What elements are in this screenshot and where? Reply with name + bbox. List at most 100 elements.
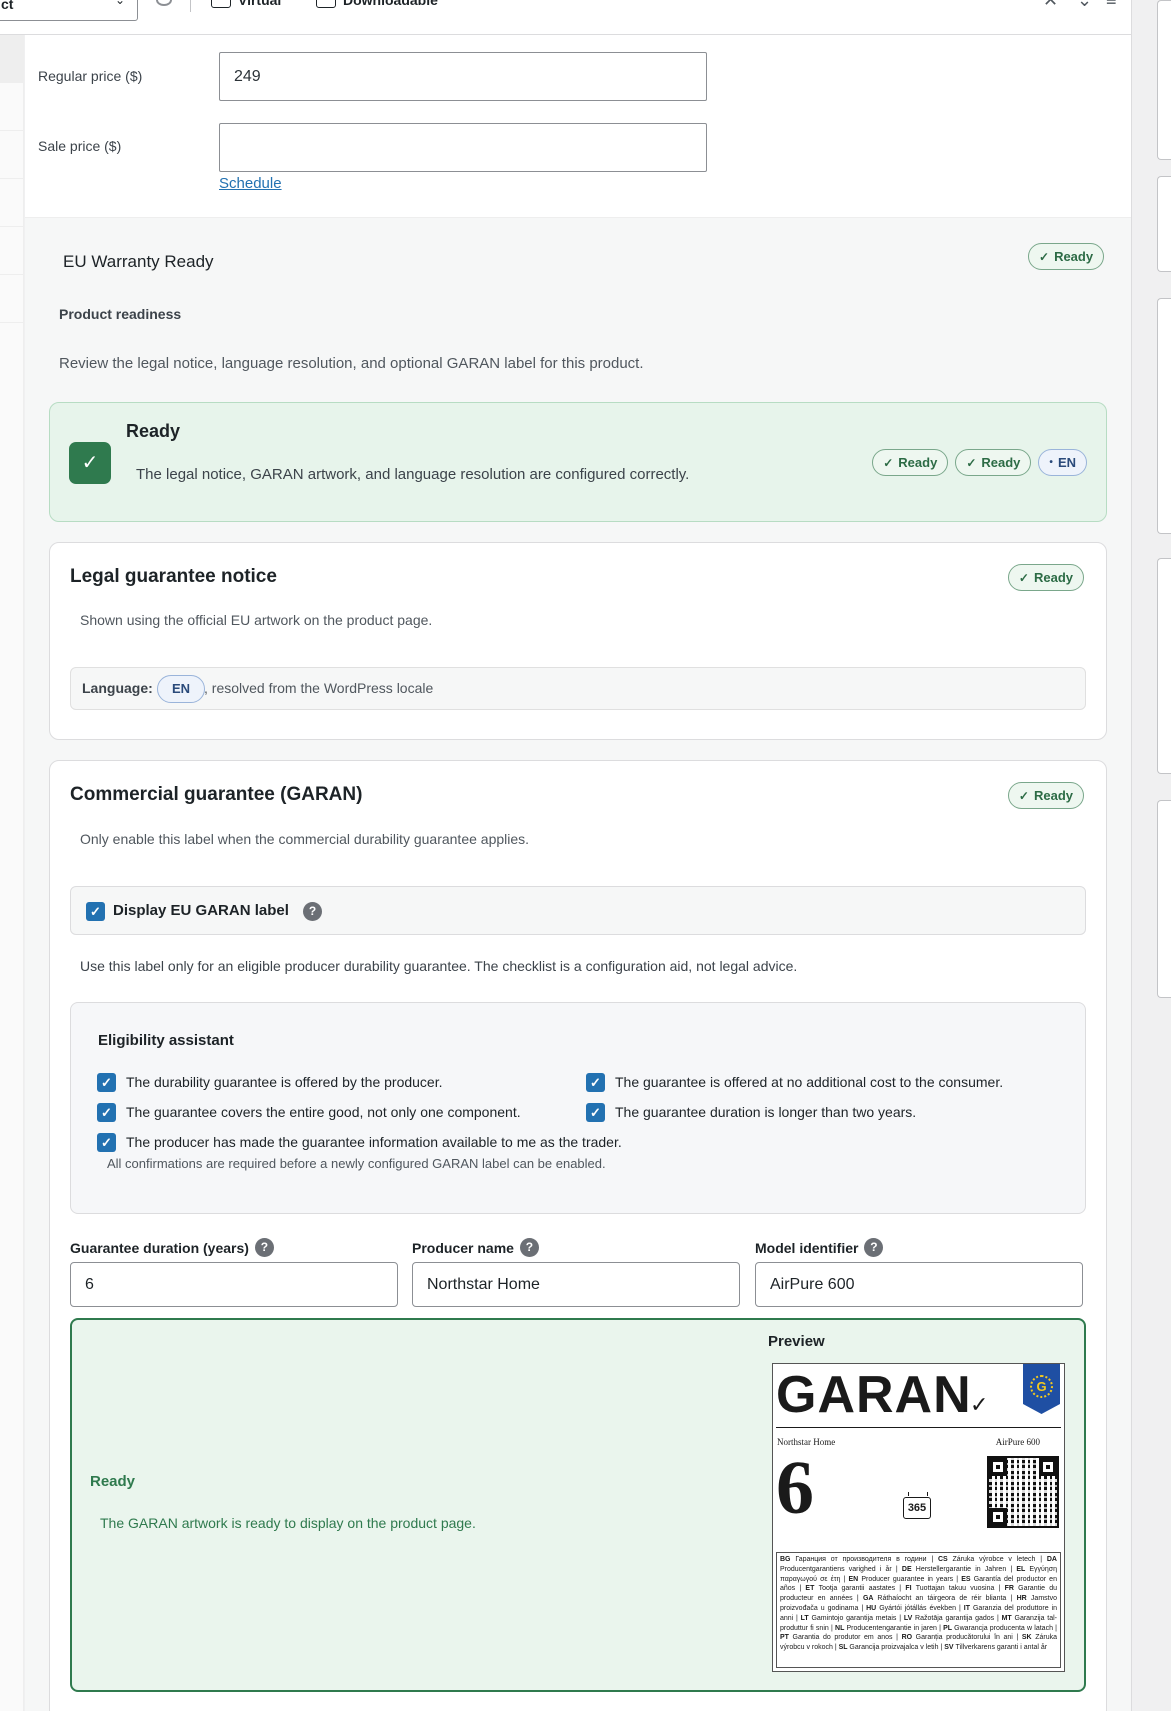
eu-warranty-panel: EU Warranty Ready ✓ Ready Product readine… — [25, 218, 1131, 1711]
sidebar-panel — [1157, 558, 1171, 774]
producer-name-input[interactable] — [412, 1262, 740, 1307]
virtual-checkbox[interactable] — [211, 0, 231, 8]
label-language-list: BG Гаранция от производителя в години | … — [776, 1552, 1061, 1668]
product-type-select[interactable]: ct ⌄ — [0, 0, 138, 21]
language-label: Language: — [82, 680, 153, 696]
eligibility-checkbox[interactable]: ✓ — [97, 1103, 116, 1122]
label-language-entry: LT Gamintojo garantija metais — [800, 1614, 897, 1622]
product-data-toolbar: ct ⌄ Virtual Downloadable ✕ ⌄ ≡ — [0, 0, 1131, 35]
label-language-entry: SV Tillverkarens garanti i antal år — [944, 1644, 1048, 1652]
display-garan-checkbox[interactable]: ✓ — [86, 902, 105, 921]
tab-inventory[interactable] — [0, 83, 23, 131]
model-identifier-input[interactable] — [755, 1262, 1083, 1307]
sidebar-panel — [1157, 176, 1171, 272]
help-icon[interactable]: ? — [254, 1238, 274, 1257]
downloadable-checkbox[interactable] — [316, 0, 336, 8]
tab-advanced[interactable] — [0, 275, 23, 323]
display-garan-label: Display EU GARAN label — [113, 902, 289, 919]
eligibility-item-label: The guarantee duration is longer than tw… — [615, 1104, 917, 1120]
label-model: AirPure 600 — [995, 1437, 1040, 1447]
preview-status-text: The GARAN artwork is ready to display on… — [100, 1515, 476, 1531]
eu-shield-icon: G — [1023, 1364, 1060, 1414]
tab-attributes[interactable] — [0, 227, 23, 275]
eligibility-item-label: The guarantee is offered at no additiona… — [615, 1074, 1004, 1090]
chevron-down-icon[interactable]: ⌄ — [1077, 0, 1092, 11]
eligibility-checkbox[interactable]: ✓ — [97, 1133, 116, 1152]
garan-wordmark: GARAN — [776, 1366, 972, 1424]
section-description: Review the legal notice, language resolu… — [59, 355, 644, 372]
eligibility-assistant: Eligibility assistant ✓ The durability gu… — [70, 1002, 1086, 1214]
status-badge: ✓ Ready — [872, 449, 949, 476]
tab-linked-products[interactable] — [0, 179, 23, 227]
garan-note: Use this label only for an eligible prod… — [80, 958, 798, 974]
drag-handle-icon[interactable]: ≡ — [1106, 0, 1117, 11]
calendar-days: 365 — [907, 1502, 927, 1514]
tab-general[interactable] — [0, 35, 23, 83]
status-badge: ✓ Ready — [1007, 782, 1084, 809]
sidebar-panel — [1157, 800, 1171, 998]
badge-label: Ready — [898, 455, 938, 470]
check-icon: ✓ — [966, 455, 977, 470]
shield-letter: G — [1030, 1375, 1053, 1398]
label-language-entry: RO Garanția producătorului în ani — [901, 1634, 1013, 1642]
pricing-section: Regular price ($) Sale price ($) Schedul… — [25, 35, 1131, 218]
check-icon: ✓ — [69, 442, 111, 484]
label-language-entry: NL Producentengarantie in jaren — [835, 1624, 937, 1632]
sidebar-panel — [1157, 298, 1171, 534]
field-label-text: Guarantee duration (years) — [70, 1239, 249, 1256]
label-years: 6 — [776, 1446, 814, 1530]
badge-label: EN — [1057, 455, 1076, 470]
label-language-entry: PL Gwarancja producenta w latach — [943, 1624, 1053, 1632]
language-resolution-text: , resolved from the WordPress locale — [204, 680, 434, 696]
badge-label: Ready — [981, 455, 1021, 470]
right-sidebar — [1131, 0, 1171, 1711]
status-badges: ✓ Ready ✓ Ready • EN — [872, 449, 1087, 476]
language-code-badge: EN — [157, 675, 206, 703]
tab-shipping[interactable] — [0, 131, 23, 179]
readiness-status-card: ✓ Ready The legal notice, GARAN artwork,… — [49, 402, 1107, 522]
eligibility-checkbox[interactable]: ✓ — [586, 1103, 605, 1122]
legal-notice-card: Legal guarantee notice ✓ Ready Shown usin… — [49, 542, 1107, 740]
product-data-tabs — [0, 35, 24, 1711]
eligibility-item-label: The producer has made the guarantee info… — [126, 1134, 622, 1150]
eligibility-item-label: The guarantee covers the entire good, no… — [126, 1104, 521, 1120]
card-title: Commercial guarantee (GARAN) — [70, 784, 363, 805]
preview-status: Ready — [90, 1473, 136, 1490]
dot-icon: • — [1049, 457, 1053, 468]
sidebar-panel — [1157, 0, 1171, 160]
toolbar-divider — [190, 0, 191, 12]
label-language-entry: FI Tuottajan takuu vuosina — [905, 1585, 995, 1593]
help-icon[interactable] — [156, 0, 172, 6]
virtual-label: Virtual — [238, 0, 282, 8]
product-type-value: ct — [1, 0, 14, 12]
guarantee-duration-input[interactable] — [70, 1262, 398, 1307]
status-badge: ✓ Ready — [1007, 564, 1084, 591]
badge-label: Ready — [1033, 570, 1073, 585]
chevron-down-icon: ⌄ — [114, 0, 125, 7]
status-badge: ✓ Ready — [1028, 243, 1105, 270]
help-icon[interactable]: ? — [519, 1238, 539, 1257]
eligibility-checkbox[interactable]: ✓ — [586, 1073, 605, 1092]
status-text: The legal notice, GARAN artwork, and lan… — [136, 466, 690, 483]
label-language-entry: SL Garancija proizvajalca v letih — [838, 1644, 939, 1652]
sale-price-input[interactable] — [219, 123, 707, 172]
eligibility-checkbox[interactable]: ✓ — [97, 1073, 116, 1092]
label-language-entry: DE Herstellergarantie in Jahren — [901, 1565, 1007, 1573]
eligibility-item-label: The durability guarantee is offered by t… — [126, 1074, 443, 1090]
preview-title: Preview — [768, 1333, 825, 1350]
regular-price-input[interactable] — [219, 52, 707, 101]
card-title: Legal guarantee notice — [70, 566, 277, 587]
sale-price-label: Sale price ($) — [38, 138, 122, 154]
eligibility-footer: All confirmations are required before a … — [107, 1156, 606, 1171]
field-label-text: Producer name — [412, 1239, 514, 1256]
close-icon[interactable]: ✕ — [1043, 0, 1058, 11]
help-icon[interactable]: ? — [864, 1238, 884, 1257]
label-language-entry: HU Gyártói jótállás években — [866, 1604, 956, 1612]
display-garan-toggle[interactable]: ✓ Display EU GARAN label ? — [70, 886, 1086, 935]
card-subtitle: Shown using the official EU artwork on t… — [80, 612, 433, 628]
schedule-link[interactable]: Schedule — [219, 175, 282, 192]
eligibility-title: Eligibility assistant — [98, 1032, 234, 1049]
check-icon: ✓ — [1018, 788, 1029, 803]
help-icon[interactable]: ? — [303, 902, 322, 921]
label-language-entry: BG Гаранция от производителя в години — [780, 1556, 927, 1563]
